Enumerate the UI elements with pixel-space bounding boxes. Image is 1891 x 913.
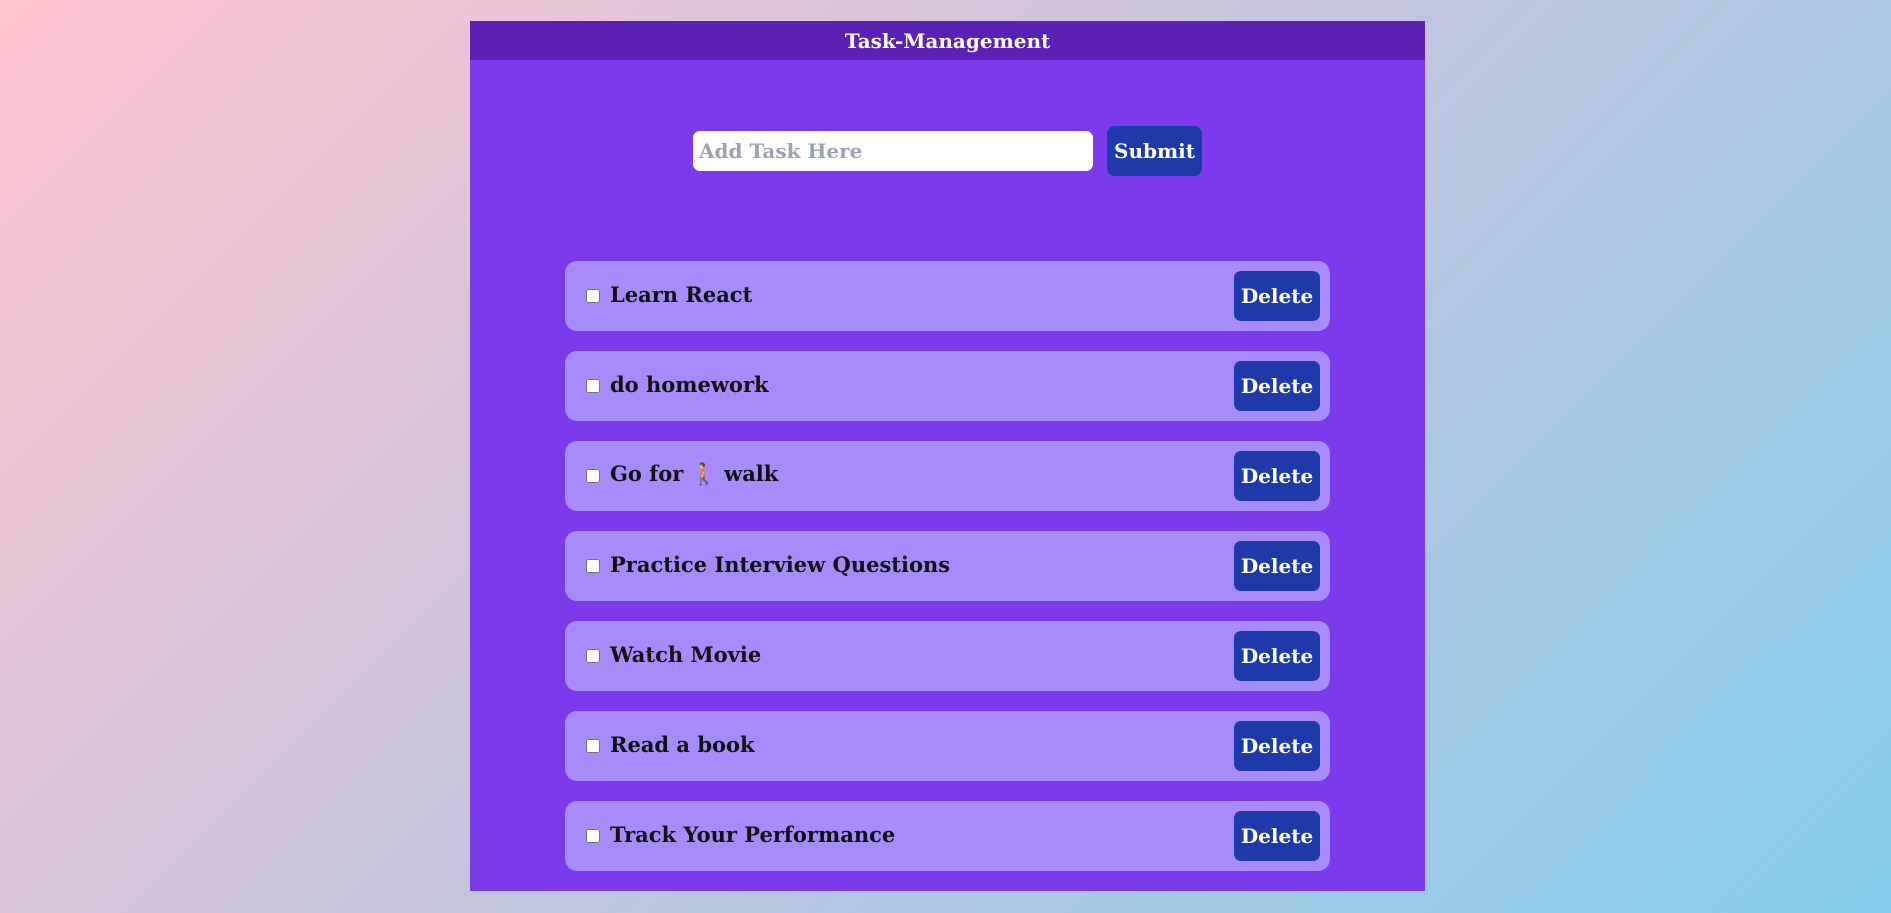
task-text: Track Your Performance (610, 821, 896, 847)
task-list: Learn React Delete do homework Delete Go… (565, 261, 1330, 891)
task-item: Read a book Delete (565, 711, 1330, 781)
task-item: Practice Interview Questions Delete (565, 531, 1330, 601)
task-text: Read a book (610, 731, 755, 757)
submit-button[interactable]: Submit (1107, 126, 1202, 176)
task-checkbox[interactable] (586, 649, 600, 663)
delete-button[interactable]: Delete (1234, 451, 1320, 501)
task-checkbox[interactable] (586, 379, 600, 393)
app-header: Task-Management (470, 21, 1425, 60)
task-item: do homework Delete (565, 351, 1330, 421)
task-item: Go for 🚶 walk Delete (565, 441, 1330, 511)
task-text: do homework (610, 371, 769, 397)
task-text: Go for 🚶 walk (610, 461, 779, 486)
task-checkbox[interactable] (586, 469, 600, 483)
add-task-input[interactable] (693, 131, 1093, 171)
add-task-form: Submit (470, 126, 1425, 176)
task-text: Learn React (610, 281, 753, 307)
task-app: Task-Management Submit Learn React Delet… (470, 21, 1425, 891)
task-text: Watch Movie (610, 641, 762, 667)
delete-button[interactable]: Delete (1234, 721, 1320, 771)
delete-button[interactable]: Delete (1234, 361, 1320, 411)
delete-button[interactable]: Delete (1234, 271, 1320, 321)
task-checkbox[interactable] (586, 829, 600, 843)
task-item: Learn React Delete (565, 261, 1330, 331)
task-item: Watch Movie Delete (565, 621, 1330, 691)
task-checkbox[interactable] (586, 289, 600, 303)
task-checkbox[interactable] (586, 559, 600, 573)
delete-button[interactable]: Delete (1234, 811, 1320, 861)
app-title: Task-Management (844, 28, 1051, 53)
delete-button[interactable]: Delete (1234, 631, 1320, 681)
task-checkbox[interactable] (586, 739, 600, 753)
task-text: Practice Interview Questions (610, 551, 951, 577)
delete-button[interactable]: Delete (1234, 541, 1320, 591)
task-item: Track Your Performance Delete (565, 801, 1330, 871)
